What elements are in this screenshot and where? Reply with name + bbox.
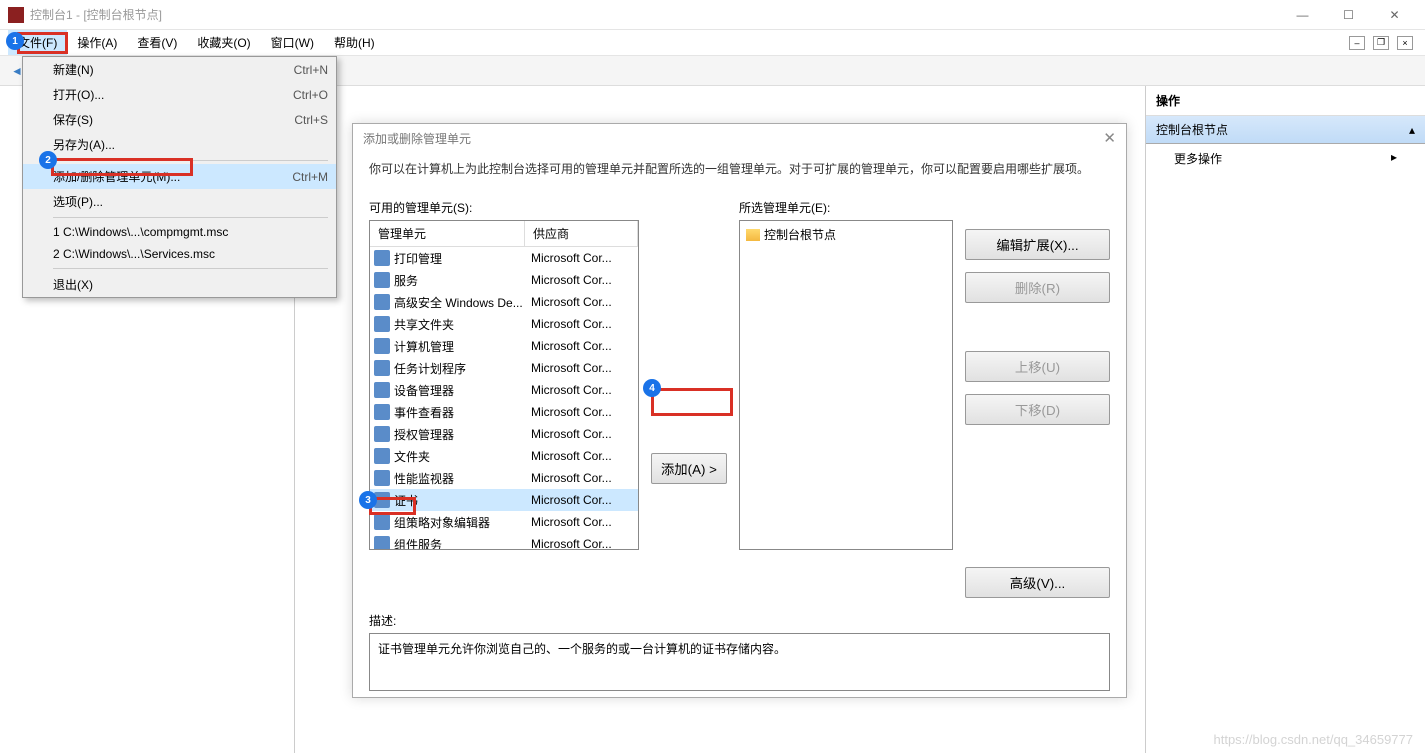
snapin-row[interactable]: 组件服务Microsoft Cor... (370, 533, 638, 550)
selected-root-node[interactable]: 控制台根节点 (744, 225, 948, 244)
child-restore-button[interactable]: ❐ (1373, 36, 1389, 50)
snapin-icon (374, 294, 390, 310)
snapin-icon (374, 426, 390, 442)
snapin-icon (374, 272, 390, 288)
snapin-icon (374, 470, 390, 486)
file-menu-item[interactable]: 2 C:\Windows\...\Services.msc (23, 243, 336, 265)
snapin-row[interactable]: 组策略对象编辑器Microsoft Cor... (370, 511, 638, 533)
dialog-title: 添加或删除管理单元 (363, 130, 471, 147)
add-button[interactable]: 添加(A) > (651, 453, 727, 484)
snapin-dialog: 添加或删除管理单元 ✕ 你可以在计算机上为此控制台选择可用的管理单元并配置所选的… (352, 123, 1127, 698)
snapin-row[interactable]: 共享文件夹Microsoft Cor... (370, 313, 638, 335)
file-menu-item[interactable]: 退出(X) (23, 272, 336, 297)
desc-box: 证书管理单元允许你浏览自己的、一个服务的或一台计算机的证书存储内容。 (369, 633, 1110, 691)
actions-section[interactable]: 控制台根节点 ▴ (1146, 116, 1425, 144)
app-icon (8, 7, 24, 23)
actions-more[interactable]: 更多操作 ▸ (1146, 144, 1425, 173)
available-snapins-list[interactable]: 管理单元 供应商 打印管理Microsoft Cor...服务Microsoft… (369, 220, 639, 550)
selected-label: 所选管理单元(E): (739, 199, 953, 216)
move-up-button[interactable]: 上移(U) (965, 351, 1110, 382)
snapin-icon (374, 536, 390, 550)
header-vendor[interactable]: 供应商 (525, 221, 638, 246)
window-title: 控制台1 - [控制台根节点] (30, 6, 1280, 23)
snapin-row[interactable]: 打印管理Microsoft Cor... (370, 247, 638, 269)
move-down-button[interactable]: 下移(D) (965, 394, 1110, 425)
titlebar: 控制台1 - [控制台根节点] — ☐ ✕ (0, 0, 1425, 30)
snapin-icon (374, 492, 390, 508)
menu-item-0[interactable]: 文件(F) (8, 30, 67, 55)
menu-item-2[interactable]: 查看(V) (127, 30, 187, 55)
snapin-icon (374, 514, 390, 530)
menu-item-4[interactable]: 窗口(W) (261, 30, 324, 55)
child-close-button[interactable]: × (1397, 36, 1413, 50)
actions-panel: 操作 控制台根节点 ▴ 更多操作 ▸ (1145, 86, 1425, 753)
snapin-row[interactable]: 性能监视器Microsoft Cor... (370, 467, 638, 489)
selected-root-label: 控制台根节点 (764, 226, 836, 243)
file-dropdown: 新建(N)Ctrl+N打开(O)...Ctrl+O保存(S)Ctrl+S另存为(… (22, 56, 337, 298)
snapin-icon (374, 250, 390, 266)
dialog-close-button[interactable]: ✕ (1103, 129, 1116, 147)
header-snapin[interactable]: 管理单元 (370, 221, 525, 246)
snapin-row[interactable]: 服务Microsoft Cor... (370, 269, 638, 291)
snapin-icon (374, 448, 390, 464)
snapin-row[interactable]: 事件查看器Microsoft Cor... (370, 401, 638, 423)
snapin-icon (374, 404, 390, 420)
file-menu-item[interactable]: 打开(O)...Ctrl+O (23, 82, 336, 107)
snapin-row[interactable]: 设备管理器Microsoft Cor... (370, 379, 638, 401)
folder-icon (746, 229, 760, 241)
file-menu-item[interactable]: 新建(N)Ctrl+N (23, 57, 336, 82)
available-label: 可用的管理单元(S): (369, 199, 639, 216)
close-button[interactable]: ✕ (1372, 1, 1417, 29)
menu-item-1[interactable]: 操作(A) (67, 30, 127, 55)
menu-item-5[interactable]: 帮助(H) (324, 30, 385, 55)
actions-section-label: 控制台根节点 (1156, 121, 1228, 138)
snapin-row[interactable]: 高级安全 Windows De...Microsoft Cor... (370, 291, 638, 313)
file-menu-item[interactable]: 添加/删除管理单元(M)...Ctrl+M (23, 164, 336, 189)
file-menu-item[interactable]: 选项(P)... (23, 189, 336, 214)
chevron-right-icon: ▸ (1391, 150, 1397, 167)
snapin-row[interactable]: 计算机管理Microsoft Cor... (370, 335, 638, 357)
snapin-row[interactable]: 授权管理器Microsoft Cor... (370, 423, 638, 445)
menubar: 文件(F)操作(A)查看(V)收藏夹(O)窗口(W)帮助(H) – ❐ × (0, 30, 1425, 56)
snapin-icon (374, 338, 390, 354)
desc-label: 描述: (369, 612, 1110, 629)
snapin-row[interactable]: 任务计划程序Microsoft Cor... (370, 357, 638, 379)
selected-snapins-list[interactable]: 控制台根节点 (739, 220, 953, 550)
minimize-button[interactable]: — (1280, 1, 1325, 29)
child-minimize-button[interactable]: – (1349, 36, 1365, 50)
snapin-icon (374, 360, 390, 376)
actions-header: 操作 (1146, 86, 1425, 116)
menu-item-3[interactable]: 收藏夹(O) (187, 30, 260, 55)
actions-more-label: 更多操作 (1174, 150, 1222, 167)
advanced-button[interactable]: 高级(V)... (965, 567, 1110, 598)
dialog-description: 你可以在计算机上为此控制台选择可用的管理单元并配置所选的一组管理单元。对于可扩展… (369, 160, 1110, 177)
snapin-icon (374, 316, 390, 332)
collapse-icon: ▴ (1409, 123, 1415, 137)
snapin-row[interactable]: 文件夹Microsoft Cor... (370, 445, 638, 467)
file-menu-item[interactable]: 另存为(A)... (23, 132, 336, 157)
edit-extensions-button[interactable]: 编辑扩展(X)... (965, 229, 1110, 260)
file-menu-item[interactable]: 1 C:\Windows\...\compmgmt.msc (23, 221, 336, 243)
snapin-row[interactable]: 证书Microsoft Cor... (370, 489, 638, 511)
remove-button[interactable]: 删除(R) (965, 272, 1110, 303)
snapin-icon (374, 382, 390, 398)
maximize-button[interactable]: ☐ (1326, 1, 1371, 29)
file-menu-item[interactable]: 保存(S)Ctrl+S (23, 107, 336, 132)
